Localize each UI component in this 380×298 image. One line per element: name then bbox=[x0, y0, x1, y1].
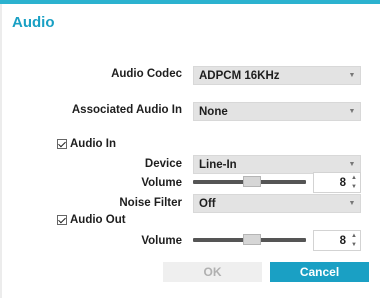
audio-codec-value: ADPCM 16KHz bbox=[199, 70, 280, 82]
noise-filter-value: Off bbox=[199, 198, 216, 210]
audio-out-volume-value: 8 bbox=[339, 235, 346, 247]
audio-out-checkbox[interactable]: Audio Out bbox=[57, 214, 126, 226]
checkmark-icon bbox=[57, 215, 67, 225]
audio-out-checkbox-label: Audio Out bbox=[70, 214, 126, 226]
arrow-up-icon[interactable]: ▲ bbox=[349, 232, 359, 241]
audio-in-checkbox-label: Audio In bbox=[70, 138, 116, 150]
audio-out-volume-slider[interactable] bbox=[193, 232, 306, 248]
audio-in-volume-label: Volume bbox=[141, 177, 182, 189]
audio-out-volume-stepper[interactable]: 8 ▲ ▼ bbox=[313, 230, 361, 251]
slider-thumb[interactable] bbox=[243, 234, 261, 245]
device-value: Line-In bbox=[199, 159, 237, 171]
dialog-title: Audio bbox=[12, 14, 55, 31]
chevron-down-icon: ▼ bbox=[348, 200, 356, 207]
noise-filter-select[interactable]: Off ▼ bbox=[193, 194, 361, 213]
audio-out-volume-label: Volume bbox=[141, 235, 182, 247]
associated-audio-in-select[interactable]: None ▼ bbox=[193, 102, 361, 121]
associated-audio-in-label: Associated Audio In bbox=[71, 104, 182, 116]
dialog-top-accent-bar bbox=[0, 0, 380, 4]
device-label: Device bbox=[144, 158, 182, 170]
audio-codec-select[interactable]: ADPCM 16KHz ▼ bbox=[193, 66, 361, 85]
audio-in-checkbox[interactable]: Audio In bbox=[57, 138, 116, 150]
arrow-up-icon[interactable]: ▲ bbox=[349, 174, 359, 183]
cancel-button[interactable]: Cancel bbox=[270, 262, 369, 282]
audio-codec-label: Audio Codec bbox=[111, 68, 182, 80]
checkmark-icon bbox=[57, 139, 67, 149]
audio-in-volume-stepper[interactable]: 8 ▲ ▼ bbox=[313, 172, 361, 193]
audio-in-volume-slider[interactable] bbox=[193, 174, 306, 190]
audio-in-volume-value: 8 bbox=[339, 177, 346, 189]
chevron-down-icon: ▼ bbox=[348, 72, 356, 79]
chevron-down-icon: ▼ bbox=[348, 108, 356, 115]
associated-audio-in-value: None bbox=[199, 106, 228, 118]
dialog-left-border bbox=[0, 4, 2, 298]
noise-filter-label: Noise Filter bbox=[119, 197, 182, 209]
arrow-down-icon[interactable]: ▼ bbox=[349, 241, 359, 250]
chevron-down-icon: ▼ bbox=[348, 161, 356, 168]
slider-thumb[interactable] bbox=[243, 176, 261, 187]
arrow-down-icon[interactable]: ▼ bbox=[349, 183, 359, 192]
ok-button[interactable]: OK bbox=[163, 262, 262, 282]
